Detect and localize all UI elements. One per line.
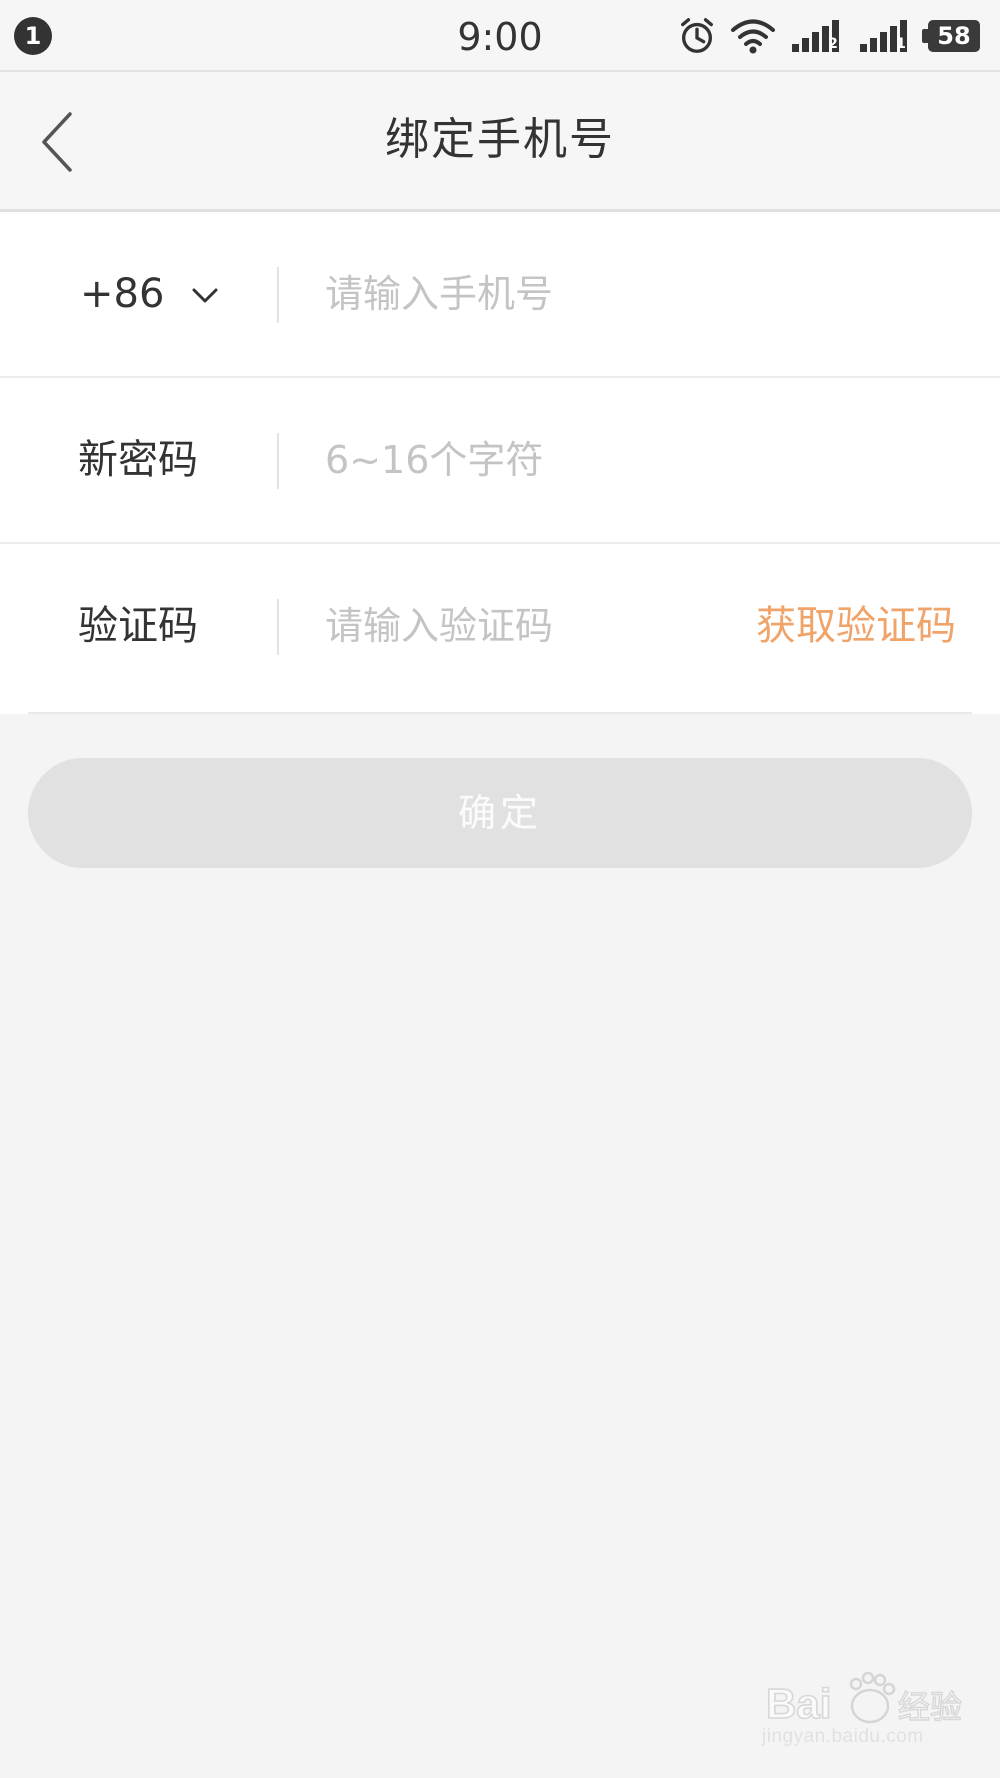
status-bar: 1 9:00 2 1 58 [0, 0, 1000, 72]
signal-icon: 2 [790, 16, 846, 56]
code-label: 验证码 [78, 603, 198, 649]
app-header: 绑定手机号 [0, 72, 1000, 212]
svg-text:经验: 经验 [898, 1688, 962, 1726]
wifi-icon [731, 19, 775, 54]
row-divider [277, 599, 279, 655]
verification-code-input[interactable] [325, 592, 725, 660]
bind-phone-form: +86 新密码 验证码 获取验证码 [0, 212, 1000, 714]
confirm-button[interactable]: 确定 [28, 758, 972, 868]
country-code-value: +86 [80, 271, 165, 317]
back-button[interactable] [28, 102, 88, 182]
password-input[interactable] [325, 426, 945, 494]
status-time: 9:00 [457, 15, 543, 59]
password-row: 新密码 [0, 378, 1000, 544]
get-code-button[interactable]: 获取验证码 [756, 596, 956, 656]
password-label: 新密码 [78, 437, 198, 483]
signal-icon: 1 [858, 16, 914, 56]
row-divider [277, 267, 279, 323]
phone-input[interactable] [325, 260, 945, 328]
row-divider [277, 433, 279, 489]
chevron-down-icon [192, 288, 218, 303]
divider [28, 712, 972, 714]
battery-icon: 58 [928, 20, 980, 52]
watermark-url: jingyan.baidu.com [762, 1726, 924, 1747]
baidu-watermark: Bai 经验 jingyan.baidu.com [760, 1662, 980, 1762]
svg-text:Bai: Bai [766, 1680, 831, 1727]
sim-label: 1 [896, 36, 906, 52]
country-code-selector[interactable]: +86 [80, 264, 219, 324]
sim-label: 2 [828, 36, 838, 52]
chevron-left-icon [42, 112, 72, 172]
phone-row: +86 [0, 212, 1000, 378]
code-row: 验证码 获取验证码 [0, 544, 1000, 710]
page-title: 绑定手机号 [385, 114, 615, 165]
notification-badge: 1 [14, 17, 52, 55]
alarm-icon [681, 18, 713, 53]
